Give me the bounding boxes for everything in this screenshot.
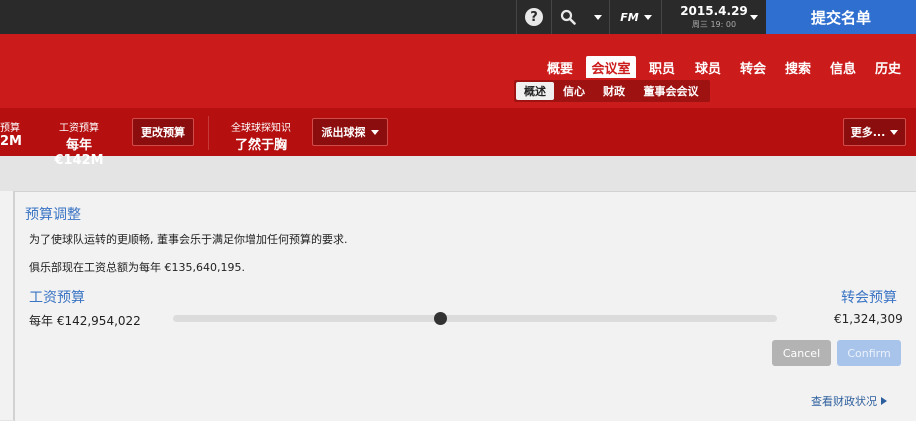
subtab-board-meeting[interactable]: 董事会会议 — [638, 82, 704, 100]
top-bar: ? FM 2015.4.29 周三 19: 00 提交名单 — [0, 0, 916, 34]
arrow-right-icon — [881, 397, 887, 405]
wage-budget-heading: 工资预算 — [29, 290, 85, 306]
wage-budget-label: 工资预算 — [59, 123, 99, 134]
search-icon — [560, 9, 576, 25]
subtab-confidence[interactable]: 信心 — [558, 82, 590, 100]
cancel-button[interactable]: Cancel — [772, 340, 831, 366]
tab-overview[interactable]: 概要 — [542, 56, 578, 78]
send-scout-label: 派出球探 — [321, 126, 366, 139]
subtab-summary[interactable]: 概述 — [516, 82, 554, 100]
tab-history[interactable]: 历史 — [870, 56, 906, 78]
tab-transfers[interactable]: 转会 — [735, 56, 771, 78]
more-label: 更多... — [850, 126, 886, 139]
send-scout-button[interactable]: 派出球探 — [312, 118, 388, 146]
submit-squad-button[interactable]: 提交名单 — [766, 0, 916, 34]
wage-budget-value: 每年 €142M — [54, 138, 104, 168]
date-dropdown[interactable] — [744, 0, 764, 34]
search-button[interactable] — [552, 0, 584, 34]
fm-menu-button[interactable]: FM — [610, 0, 662, 34]
divider — [208, 116, 209, 150]
search-dropdown[interactable] — [588, 0, 608, 34]
confirm-button[interactable]: Confirm — [837, 340, 901, 366]
tab-search[interactable]: 搜索 — [779, 56, 817, 78]
scouting-knowledge-label: 全球球探知识 — [231, 123, 291, 134]
change-budget-button[interactable]: 更改预算 — [132, 118, 194, 146]
transfer-budget-label-cut: 预算 — [0, 123, 20, 134]
view-finances-link[interactable]: 查看财政状况 — [811, 393, 887, 409]
tab-players[interactable]: 球员 — [690, 56, 726, 78]
help-button[interactable]: ? — [517, 0, 551, 34]
transfer-budget-value-cut: 2M — [0, 134, 22, 149]
chevron-down-icon — [370, 129, 379, 135]
more-button[interactable]: 更多... — [843, 118, 906, 146]
wage-total-text: 俱乐部现在工资总额为每年 €135,640,195. — [29, 261, 245, 274]
chevron-down-icon — [643, 14, 652, 20]
subtab-finances[interactable]: 财政 — [598, 82, 630, 100]
header: 概要 会议室 职员 球员 转会 搜索 信息 历史 — [0, 34, 916, 108]
transfer-budget-heading: 转会预算 — [841, 290, 897, 306]
panel-title: 预算调整 — [25, 207, 81, 223]
fm-logo-icon: FM — [620, 10, 639, 24]
budget-adjust-panel — [14, 191, 916, 421]
chevron-down-icon — [890, 129, 899, 135]
budget-slider-handle[interactable] — [434, 312, 447, 325]
subnav-bar: 概述 信心 财政 董事会会议 — [514, 80, 710, 102]
scouting-knowledge-value: 了然于胸 — [234, 138, 287, 153]
chevron-down-icon — [750, 14, 758, 20]
view-finances-label: 查看财政状况 — [811, 395, 877, 408]
wage-budget-amount: 每年 €142,954,022 — [29, 314, 141, 328]
budget-slider-track[interactable] — [173, 315, 777, 322]
left-panel-edge — [0, 191, 14, 420]
tab-staff[interactable]: 职员 — [644, 56, 680, 78]
transfer-budget-amount: €1,324,309 — [834, 312, 903, 326]
tab-news[interactable]: 信息 — [825, 56, 861, 78]
chevron-down-icon — [594, 14, 602, 20]
help-icon: ? — [525, 8, 543, 26]
tab-boardroom[interactable]: 会议室 — [586, 56, 636, 78]
board-message: 为了使球队运转的更顺畅, 董事会乐于满足你增加任何预算的要求. — [29, 233, 348, 246]
